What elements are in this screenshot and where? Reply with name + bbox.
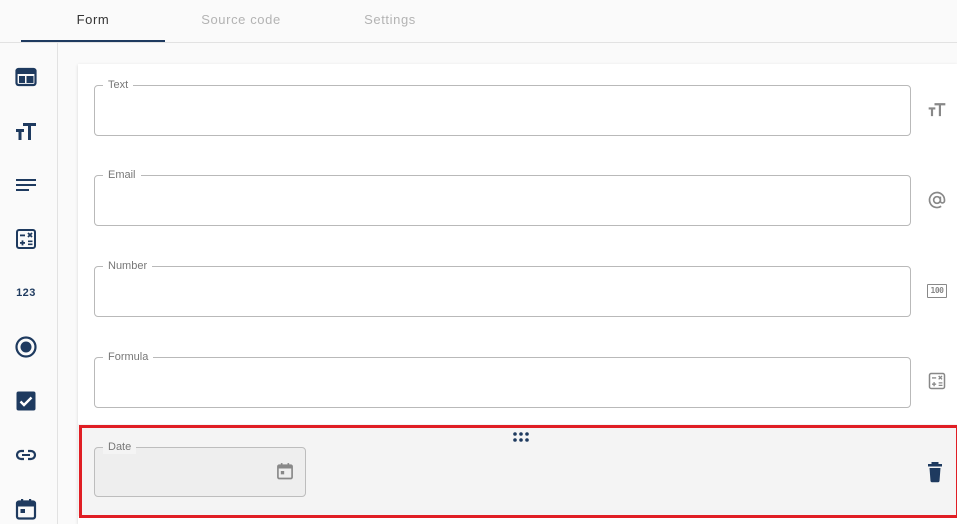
field-label: Email [103, 169, 141, 182]
drag-handle-icon[interactable] [511, 431, 531, 445]
tab-source-code[interactable]: Source code [170, 0, 312, 42]
text-format-icon [16, 123, 36, 140]
calculator-icon [16, 229, 36, 249]
radio-icon [15, 336, 37, 358]
tab-settings[interactable]: Settings [320, 0, 460, 42]
sidebar-item-link[interactable] [12, 441, 40, 469]
checkbox-icon [16, 391, 36, 411]
layout-icon [15, 67, 37, 87]
field-label: Formula [103, 351, 154, 364]
field-label: Text [103, 79, 134, 92]
date-field[interactable]: Date [94, 441, 306, 497]
active-tab-indicator [21, 40, 165, 42]
component-sidebar: 123 [0, 43, 58, 524]
text-format-icon [917, 97, 957, 121]
link-icon [15, 449, 37, 461]
calendar-icon [15, 499, 37, 520]
textarea-icon [16, 179, 36, 191]
sidebar-item-textarea[interactable] [12, 171, 40, 199]
email-field[interactable]: Email [94, 169, 911, 226]
formula-field[interactable]: Formula [94, 351, 911, 408]
number-field[interactable]: Number [94, 260, 911, 317]
calendar-icon[interactable] [275, 461, 295, 481]
at-icon [917, 188, 957, 212]
sidebar-item-text[interactable] [12, 117, 40, 145]
number-icon: 123 [16, 287, 36, 299]
number-box-icon: 100 [917, 279, 957, 303]
field-label: Date [103, 441, 137, 454]
text-field[interactable]: Text [94, 79, 911, 136]
tab-bar: Form Source code Settings [0, 0, 957, 43]
sidebar-item-formula[interactable] [12, 225, 40, 253]
delete-icon[interactable] [925, 461, 945, 483]
sidebar-item-date[interactable] [12, 495, 40, 523]
sidebar-item-radio[interactable] [12, 333, 40, 361]
tab-form[interactable]: Form [21, 0, 165, 42]
field-label: Number [103, 260, 153, 273]
sidebar-item-number[interactable]: 123 [12, 279, 40, 307]
number-box-label: 100 [927, 284, 947, 298]
calculator-icon [917, 369, 957, 393]
sidebar-item-layout[interactable] [12, 63, 40, 91]
sidebar-item-checkbox[interactable] [12, 387, 40, 415]
